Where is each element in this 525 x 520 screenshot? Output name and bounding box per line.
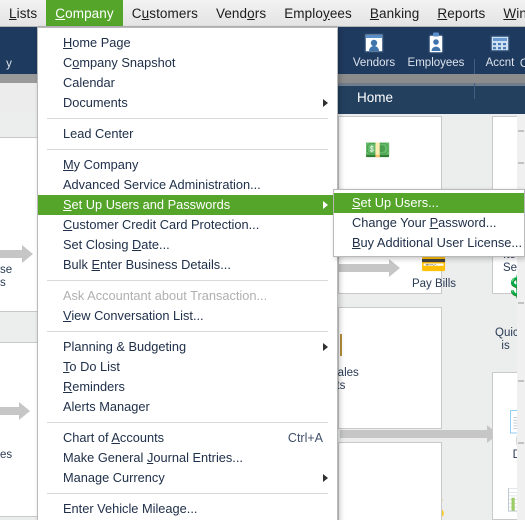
menu-separator — [47, 493, 328, 494]
toolbar-item-partial-right-label: C — [519, 58, 525, 70]
menu-item-lead-center[interactable]: Lead Center — [38, 124, 337, 144]
menu-item-documents[interactable]: Documents — [38, 93, 337, 113]
menu-item-customer-credit-card-protection[interactable]: Customer Credit Card Protection... — [38, 215, 337, 235]
panel-left-text2: s — [0, 277, 6, 289]
employees-icon — [423, 31, 449, 55]
menu-item-to-do-list[interactable]: To Do List — [38, 357, 337, 377]
menu-item-make-general-journal-entries[interactable]: Make General Journal Entries... — [38, 448, 337, 468]
home-tab-band: Home — [335, 83, 525, 114]
toolbar-bottom-shadow-right — [335, 74, 525, 83]
submenu-item-change-your-password[interactable]: Change Your Password... — [334, 213, 524, 233]
menu-item-my-company[interactable]: My Company — [38, 155, 337, 175]
menu-separator — [47, 331, 328, 332]
chevron-right-icon — [323, 201, 328, 209]
home-icon-pay-bills-label: Pay Bills — [411, 278, 457, 290]
scroll-tick — [518, 130, 524, 132]
money-icon: 💵 — [364, 139, 392, 162]
menu-item-chart-of-accounts-shortcut: Ctrl+A — [287, 431, 323, 445]
panel-bottom-middle — [338, 442, 442, 520]
home-icon-pay-bills[interactable]: 💳 Pay Bills — [398, 254, 470, 291]
account-icon — [487, 31, 513, 55]
divider-accent-mid — [340, 334, 342, 356]
quickbooks-window: se s es 💵 💳 Pay Bills IteSe 💲 QuickB is … — [0, 0, 525, 520]
menu-lists[interactable]: Lists — [0, 0, 46, 26]
menu-item-manage-currency[interactable]: Manage Currency — [38, 468, 337, 488]
menu-item-company-snapshot[interactable]: Company Snapshot — [38, 53, 337, 73]
panel-left-lower — [0, 342, 38, 517]
menu-separator — [47, 280, 328, 281]
menu-banking[interactable]: Banking — [361, 0, 429, 26]
menu-separator — [47, 149, 328, 150]
pay-bills-icon: 💳 — [420, 253, 448, 276]
menu-item-alerts-manager[interactable]: Alerts Manager — [38, 397, 337, 417]
home-icon-money[interactable]: 💵 — [358, 140, 398, 162]
menu-item-ask-accountant-about-transaction: Ask Accountant about Transaction... — [63, 288, 268, 303]
chevron-right-icon — [323, 343, 328, 351]
scroll-tick — [518, 302, 524, 304]
toolbar-item-partial-left-label: y — [6, 58, 12, 70]
menu-item-view-conversation-list[interactable]: View Conversation List... — [38, 306, 337, 326]
flow-arrow-pay-bills — [338, 259, 400, 277]
scroll-tick — [518, 442, 524, 444]
menu-separator — [47, 422, 328, 423]
menu-separator — [47, 118, 328, 119]
submenu-item-buy-additional-user-license[interactable]: Buy Additional User License... — [334, 233, 524, 253]
panel-left-lower-text: es — [0, 449, 13, 461]
toolbar-item-vendors[interactable]: Vendors — [345, 31, 403, 69]
menu-item-set-closing-date[interactable]: Set Closing Date... — [38, 235, 337, 255]
toolbar-item-vendors-label: Vendors — [352, 57, 396, 69]
flow-arrow-deposits — [340, 425, 498, 443]
scroll-tick — [518, 162, 524, 164]
vertical-scrollbar[interactable] — [517, 112, 525, 520]
menu-item-advanced-service-administration[interactable]: Advanced Service Administration... — [38, 175, 337, 195]
flow-arrow-left-lower — [0, 402, 30, 420]
menu-item-home-page[interactable]: Home Page — [38, 33, 337, 53]
menu-customers[interactable]: Cu stomers — [123, 0, 207, 26]
vendors-icon — [361, 31, 387, 55]
menu-item-calendar[interactable]: Calendar — [38, 73, 337, 93]
menu-item-enter-vehicle-mileage[interactable]: Enter Vehicle Mileage... — [38, 499, 337, 519]
company-dropdown-menu: Home Page Company Snapshot Calendar Docu… — [37, 27, 338, 520]
tab-home-label: Home — [357, 90, 394, 105]
set-up-users-submenu: Set Up Users... Change Your Password... … — [333, 189, 525, 257]
chevron-right-icon — [323, 99, 328, 107]
chevron-right-icon — [323, 474, 328, 482]
menu-item-planning-and-budgeting[interactable]: Planning & Budgeting — [38, 337, 337, 357]
menu-window[interactable]: Window — [494, 0, 525, 26]
submenu-item-set-up-users[interactable]: Set Up Users... — [334, 193, 524, 213]
toolbar-item-partial-left[interactable]: y — [0, 58, 24, 70]
menu-item-reminders[interactable]: Reminders — [38, 377, 337, 397]
menu-bar: Lists Company Cu stomers Vend o rs Emplo y ee… — [0, 0, 525, 27]
toolbar-item-employees-label: Employees — [407, 57, 465, 69]
home-band-top-edge — [335, 83, 525, 86]
menu-item-bulk-enter-business-details[interactable]: Bulk Enter Business Details... — [38, 255, 337, 275]
toolbar-item-employees[interactable]: Employees — [403, 31, 469, 69]
menu-item-chart-of-accounts[interactable]: Chart of Accounts Ctrl+A — [38, 428, 337, 448]
toolbar-item-partial-right[interactable]: C — [516, 58, 525, 70]
menu-reports[interactable]: Reports — [428, 0, 494, 26]
menu-item-set-up-users-and-passwords[interactable]: Set Up Users and Passwords — [38, 195, 337, 215]
menu-company[interactable]: Company — [46, 0, 123, 26]
menu-vendors[interactable]: Vend o rs — [207, 0, 275, 26]
flow-arrow-left — [0, 245, 33, 263]
panel-left-text: se — [0, 264, 13, 276]
menu-employees[interactable]: Emplo y ees — [275, 0, 361, 26]
scroll-tick — [518, 380, 524, 382]
